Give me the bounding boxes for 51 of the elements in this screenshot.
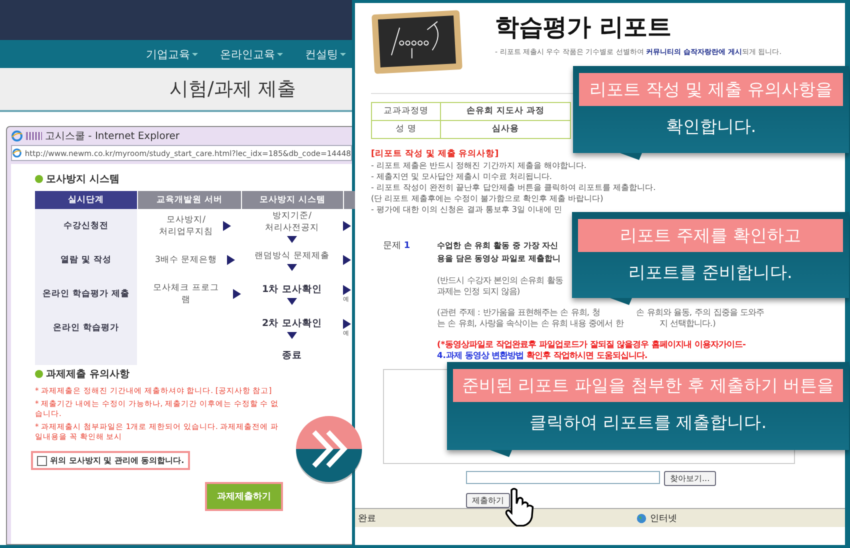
callout-highlight-text: 리포트 작성 및 제출 유의사항을 [579,73,843,106]
table-cell: 2차 모사확인 [262,317,322,330]
table-cell: 수강신청전 [35,209,137,243]
warning-text: 확인후 작업하시면 도움되십니다. [526,350,648,361]
question-label: 문제 [383,240,401,251]
topic-text: 손 유희와 율동, 주의 집중을 도와주 [636,306,764,318]
table-header-cell: 교육개발원 서버 [137,191,241,209]
callout-highlight-text: 준비된 리포트 파일을 첨부한 후 제출하기 버튼을 [453,369,843,402]
table-cell: 심사용 [440,120,570,138]
question-number: 1 [404,240,410,251]
remark-text: 과제는 인정 되지 않음) [437,286,522,297]
table-header-cell: 실시단계 [35,191,137,209]
warning-text: (*동영상파일로 작업완료후 파일업로드가 잘되질 않을경우 홈페이지내 이용자가이드- [437,338,747,350]
table-cell: 성 명 [372,120,440,138]
table-cell: 1차 모사확인 [262,283,322,296]
callout-text: 리포트를 준비합니다. [628,262,794,284]
section-title: 모사방지 시스템 [46,173,120,186]
topic-text: (관련 주제 : 반가움을 표현해주는 손 유희, 청 [437,306,600,318]
notes-text: - 리포트 제출은 반드시 정해진 기간까지 제출을 해야합니다. [371,160,588,171]
notes-text: - 리포트 작성이 완전히 끝난후 답안제출 버튼을 클릭하여 리포트를 제출합니다. [371,182,657,193]
report-title: 학습평가 리포트 [495,12,672,43]
table-header-cell: 모사방지 시스템 [241,191,343,209]
table-cell: 교과과정명 [372,102,440,120]
table-cell: 온라인 학습평가 제출 [35,277,137,311]
table-cell: 3배수 문제은행 [154,254,218,266]
status-text: 완료 [357,512,376,525]
question-text: 수업한 손 유희 활동 중 가장 자신 [437,238,560,252]
notes-title: [리포트 작성 및 제출 유의사항] [371,148,499,160]
table-cell-text: 모사체크 프로그램 [152,282,220,306]
page-title: 시험/과제 제출 [170,77,296,102]
table-cell: 종료 [282,348,302,362]
callout-text: 클릭하여 리포트를 제출합니다. [528,412,768,434]
window-title: 고시스쿨 - Internet Explorer [45,130,180,143]
section-title: 과제제출 유의사항 [46,368,130,381]
zone-text: 인터넷 [650,512,677,525]
notes-text: (단 리포트 제출후에는 수정이 불가함으로 확인후 제출 바랍니다) [371,192,604,204]
table-cell: 모사방지/ 처리업무지침 [159,214,213,238]
notes-text: - 제출지연 및 모사답안 제출시 미수료 처리됩니다. [371,170,553,182]
table-cell: 손유희 지도사 과정 [440,102,570,120]
topic-text: 는 손 유희, 사랑을 속삭이는 손 유희 내용 중에서 한 [437,318,624,329]
question-text: 용을 담은 동영상 파일로 제출합니 [437,252,562,265]
callout-highlight-text: 리포트 주제를 확인하고 [578,219,843,252]
table-cell: 온라인 학습평가 [35,311,137,345]
callout-text: 확인합니다. [664,116,758,138]
table-cell: 방지기준/ 처리사전공지 [265,210,319,234]
table-cell: 열람 및 작성 [35,243,137,277]
agree-label: 위의 모사방지 및 관리에 동의합니다. [50,455,184,466]
notes-text: - 평가에 대한 이의 신청은 결과 통보후 3일 이내에 민 [371,204,564,215]
topic-text: 지 선택합니다.) [659,318,716,329]
table-cell: 랜덤방식 문제제출 [254,250,330,262]
remark-text: (반드시 수강자 본인의 손유희 활동 [437,274,564,286]
